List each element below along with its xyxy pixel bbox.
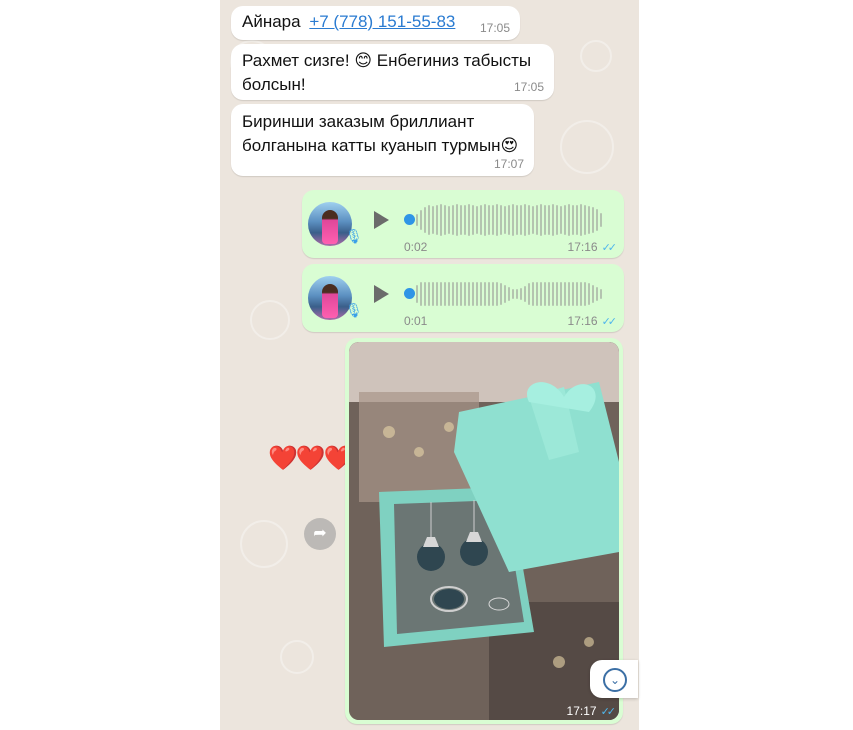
forward-icon[interactable]: ➦ [304, 518, 336, 550]
microphone-icon: 🎙 [345, 302, 363, 318]
jewelry-photo[interactable] [349, 342, 619, 720]
message-status: 17:16 ✓✓ [567, 314, 618, 328]
voice-duration: 0:02 [404, 240, 428, 254]
scroll-to-bottom-button[interactable]: ⌄ [590, 660, 638, 698]
message-time: 17:05 [513, 80, 544, 94]
voice-duration: 0:01 [404, 314, 428, 328]
phone-link[interactable]: +7 (778) 151-55-83 [309, 12, 455, 31]
message-bubble-text[interactable]: Биринши заказым бриллиант болганына катт… [231, 104, 534, 176]
play-icon[interactable] [374, 285, 389, 303]
message-text-line: болганына катты куанып турмын😍 [242, 136, 519, 155]
playback-position-handle[interactable] [404, 214, 415, 225]
sender-name: Айнара [242, 12, 301, 31]
message-time: 17:07 [493, 157, 524, 171]
voice-note-bubble[interactable]: 🎙 0:01 17:16 ✓✓ [302, 264, 624, 332]
message-time: 17:16 [567, 240, 598, 254]
photo-message-bubble[interactable]: 17:17 ✓✓ [345, 338, 623, 724]
reaction-hearts[interactable]: ❤️❤️❤️ [268, 444, 354, 473]
voice-waveform[interactable] [416, 200, 602, 240]
double-check-icon: ✓✓ [601, 242, 618, 254]
playback-position-handle[interactable] [404, 288, 415, 299]
message-bubble-text[interactable]: Рахмет сизге! 😊 Енбегиниз табысты болсын… [231, 44, 554, 100]
message-status: 17:16 ✓✓ [567, 240, 618, 254]
microphone-icon: 🎙 [345, 228, 363, 244]
voice-note-bubble[interactable]: 🎙 0:02 17:16 ✓✓ [302, 190, 624, 258]
message-time: 17:16 [567, 314, 598, 328]
double-check-icon: ✓✓ [600, 706, 617, 718]
message-status: 17:17 ✓✓ [566, 704, 617, 718]
message-text-line: Биринши заказым бриллиант [242, 112, 475, 131]
message-bubble-contact[interactable]: Айнара +7 (778) 151-55-83 17:05 [231, 6, 520, 40]
message-time: 17:05 [479, 21, 510, 35]
play-icon[interactable] [374, 211, 389, 229]
message-text-line: Рахмет сизге! 😊 Енбегиниз табысты [242, 51, 532, 70]
chevron-down-icon: ⌄ [603, 668, 627, 692]
message-time: 17:17 [566, 704, 597, 718]
message-text-line: болсын! [242, 75, 306, 94]
voice-waveform[interactable] [416, 274, 602, 314]
double-check-icon: ✓✓ [601, 316, 618, 328]
